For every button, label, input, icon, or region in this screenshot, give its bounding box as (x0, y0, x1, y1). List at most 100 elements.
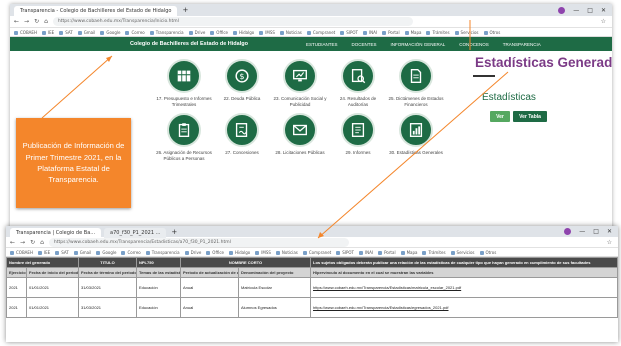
menu-item-estudiantes[interactable]: ESTUDIANTES (306, 42, 338, 47)
column-header: Hipervínculo al documento en el cual se … (310, 267, 618, 278)
forward-icon[interactable]: → (24, 18, 29, 25)
bookmark-item[interactable]: COBAEH (14, 30, 37, 35)
bookmark-item[interactable]: Otros (480, 250, 497, 255)
back-icon[interactable]: ← (14, 18, 19, 25)
bookmark-item[interactable]: Office (210, 30, 228, 35)
document-link[interactable]: https://www.cobaeh.edu.mx/Transparencia/… (310, 297, 618, 318)
column-header: Ejercicio (6, 267, 27, 278)
bookmark-item[interactable]: Google (96, 250, 116, 255)
bookmark-item[interactable]: SIPOT (340, 30, 358, 35)
bookmark-item[interactable]: Trámites (422, 250, 445, 255)
star-icon[interactable]: ☆ (601, 18, 612, 25)
table-cell: 01/01/2021 (26, 297, 79, 318)
bookmark-item[interactable]: Mapa (401, 250, 418, 255)
browser-tab[interactable]: Transparencia - Colegio de Bachilleres d… (14, 6, 178, 16)
bookmark-item[interactable]: Correo (121, 250, 140, 255)
bookmark-item[interactable]: IEE (42, 30, 54, 35)
site-title[interactable]: Colegio de Bachilleres del Estado de Hid… (130, 41, 248, 47)
bookmark-item[interactable]: Drive (189, 30, 206, 35)
profile-avatar[interactable] (558, 6, 566, 14)
bookmark-item[interactable]: Office (206, 250, 224, 255)
menu-item-docentes[interactable]: DOCENTES (352, 42, 377, 47)
bookmark-item[interactable]: SAT (59, 30, 72, 35)
minimize-icon[interactable]: — (579, 228, 585, 235)
maximize-icon[interactable]: □ (587, 7, 593, 14)
tile-auditorias[interactable]: 24. Resultados de Auditorías (329, 59, 387, 107)
tile-comunicacion[interactable]: 23. Comunicación Social y Publicidad (271, 59, 329, 107)
tile-label: 26. Asignación de Recursos Públicos a Pe… (156, 150, 212, 161)
browser-tab-2[interactable]: a70_f30_P1_2021 ... (104, 227, 167, 238)
tile-licitaciones[interactable]: 28. Licitaciones Públicas (271, 113, 329, 161)
bookmark-item[interactable]: Transparencia (150, 30, 184, 35)
bookmark-item[interactable]: Trámites (426, 30, 449, 35)
bookmark-item[interactable]: Transparencia (146, 250, 180, 255)
bookmark-item[interactable]: IMSS (259, 30, 275, 35)
menu-item-informacion[interactable]: INFORMACIÓN GENERAL (391, 42, 446, 47)
browser-tab[interactable]: Transparencia | Colegio de Ba... (10, 227, 102, 238)
bookmark-item[interactable]: Gmail (78, 30, 96, 35)
bookmark-item[interactable]: IMSS (255, 250, 271, 255)
bookmark-item[interactable]: IEE (38, 250, 50, 255)
document-link[interactable]: https://www.cobaeh.edu.mx/Transparencia/… (310, 277, 618, 298)
bookmark-item[interactable]: Otros (484, 30, 501, 35)
minimize-icon[interactable]: — (573, 7, 579, 14)
tile-dictamenes[interactable]: 25. Dictámenes de Estados Financieros (387, 59, 445, 107)
forward-icon[interactable]: → (20, 239, 25, 246)
bookmark-item[interactable]: Servicios (455, 30, 479, 35)
menu-item-transparencia[interactable]: TRANSPARENCIA (503, 42, 541, 47)
profile-avatar[interactable] (564, 228, 572, 235)
close-icon[interactable]: ✕ (607, 228, 612, 235)
tile-asignacion[interactable]: 26. Asignación de Recursos Públicos a Pe… (155, 113, 213, 161)
reload-icon[interactable]: ↻ (34, 18, 39, 25)
back-icon[interactable]: ← (10, 239, 15, 246)
bookmark-item[interactable]: Compranet (307, 30, 335, 35)
tile-label: 28. Licitaciones Públicas (275, 150, 325, 156)
table-cell: TITULO (78, 257, 137, 268)
tile-presupuesto[interactable]: 17. Presupuesto e Informes Trimestrales (155, 59, 213, 107)
bookmark-item[interactable]: Hidalgo (229, 250, 250, 255)
bookmark-item[interactable]: Google (100, 30, 120, 35)
window-controls: — □ ✕ (564, 228, 618, 235)
new-tab-icon[interactable]: + (182, 6, 188, 14)
bookmark-item[interactable]: Compranet (303, 250, 331, 255)
bookmark-item[interactable]: SAT (55, 250, 68, 255)
bookmark-item[interactable]: Portal (382, 30, 400, 35)
tile-estadisticas[interactable]: 30. Estadísticas Generales (387, 113, 445, 161)
bookmark-item[interactable]: Portal (378, 250, 396, 255)
close-icon[interactable]: ✕ (601, 7, 606, 14)
bookmark-item[interactable]: INAI (363, 30, 377, 35)
screenshot-composite: Transparencia - Colegio de Bachilleres d… (0, 0, 621, 346)
bookmark-item[interactable]: INAI (359, 250, 373, 255)
home-icon[interactable]: ⌂ (44, 18, 48, 25)
star-icon[interactable]: ☆ (607, 239, 618, 246)
url-field[interactable]: https://www.cobaeh.edu.mx/Transparencia/… (52, 17, 413, 26)
bookmark-item[interactable]: Hidalgo (233, 30, 254, 35)
bookmark-item[interactable]: Drive (185, 250, 202, 255)
heading-divider (473, 75, 495, 77)
new-tab-icon[interactable]: + (171, 228, 177, 236)
bookmark-item[interactable]: Servicios (451, 250, 475, 255)
maximize-icon[interactable]: □ (593, 228, 599, 235)
tile-label: 25. Dictámenes de Estados Financieros (388, 96, 444, 107)
table-cell: Educación (136, 297, 181, 318)
ver-button[interactable]: Ver (490, 111, 510, 122)
bookmark-item[interactable]: SIPOT (336, 250, 354, 255)
bookmark-item[interactable]: Mapa (405, 30, 422, 35)
document-icon (399, 59, 433, 93)
bookmark-item[interactable]: COBAEH (10, 250, 33, 255)
tile-concesiones[interactable]: 27. Concesiones (213, 113, 271, 161)
ver-tabla-button[interactable]: Ver Tabla (513, 111, 547, 122)
tile-deuda[interactable]: $ 22. Deuda Pública (213, 59, 271, 107)
announcement-callout: Publicación de Información de Primer Tri… (16, 118, 131, 208)
bookmark-item[interactable]: Gmail (74, 250, 92, 255)
window-controls: — □ ✕ (558, 6, 612, 14)
home-icon[interactable]: ⌂ (40, 239, 44, 246)
table-title-row: Nombre del generado TITULO NPL750 NOMBRE… (6, 257, 618, 268)
bookmark-item[interactable]: Noticias (276, 250, 298, 255)
reload-icon[interactable]: ↻ (30, 239, 35, 246)
tile-informes[interactable]: 29. Informes (329, 113, 387, 161)
menu-item-conocenos[interactable]: CONOCENOS (459, 42, 489, 47)
bookmark-item[interactable]: Correo (125, 30, 144, 35)
bookmark-item[interactable]: Noticias (280, 30, 302, 35)
url-field[interactable]: https://www.cobaeh.edu.mx/Transparencia/… (48, 237, 349, 247)
